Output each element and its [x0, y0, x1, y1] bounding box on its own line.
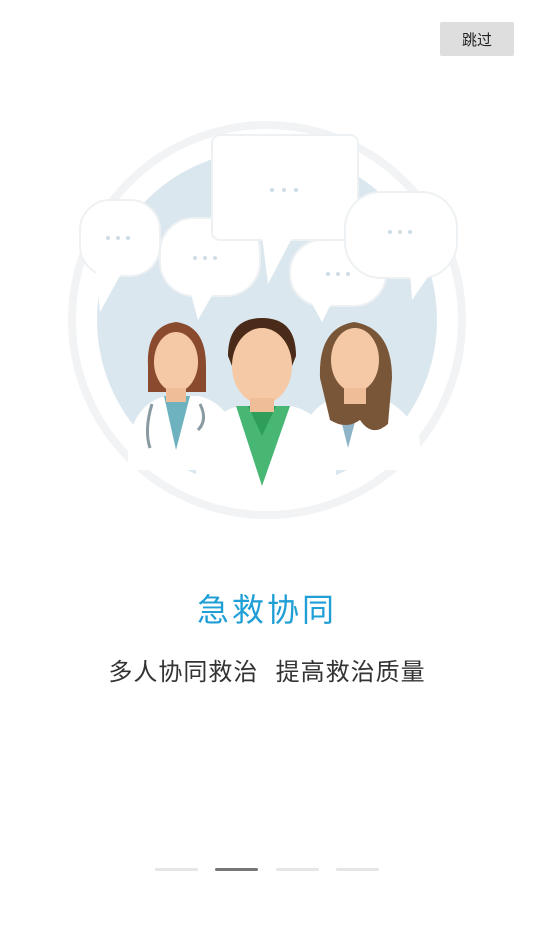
page-indicator-dot[interactable] [215, 867, 259, 871]
slide-subtitle: 多人协同救治 提高救治质量 [108, 658, 426, 686]
page-indicator-dot[interactable] [275, 867, 319, 871]
doctors-illustration [68, 121, 466, 519]
page-indicator-dot[interactable] [155, 867, 198, 871]
page-indicator-dot[interactable] [335, 867, 379, 871]
skip-button[interactable]: 跳过 [440, 22, 514, 56]
page-indicator [155, 866, 379, 872]
slide-title: 急救协同 [196, 591, 337, 629]
